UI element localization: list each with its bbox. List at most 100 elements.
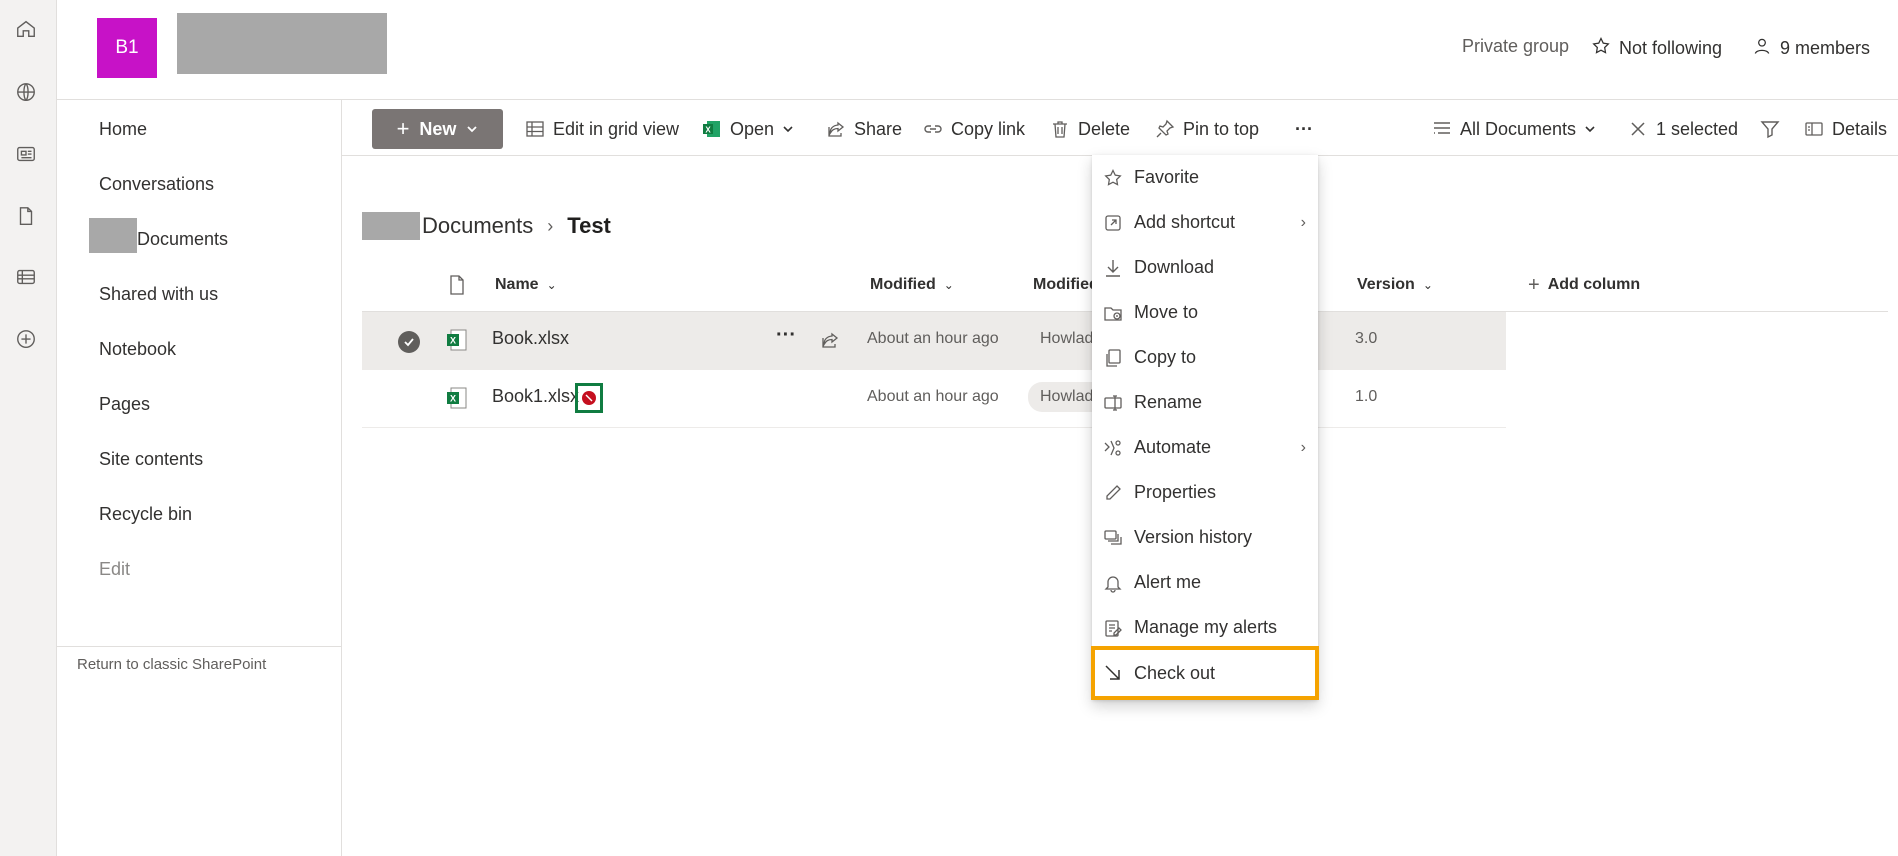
menu-item-check-out[interactable]: Check out bbox=[1091, 646, 1319, 700]
file-type-header[interactable] bbox=[448, 272, 466, 298]
move-folder-icon bbox=[1102, 302, 1124, 324]
view-selector[interactable]: All Documents bbox=[1432, 114, 1596, 144]
filter-button[interactable] bbox=[1760, 114, 1780, 144]
share-icon[interactable] bbox=[820, 330, 840, 350]
star-icon bbox=[1102, 167, 1124, 189]
chevron-down-icon bbox=[466, 119, 478, 140]
nav-conversations[interactable]: Conversations bbox=[99, 170, 214, 198]
share-icon bbox=[828, 121, 845, 137]
trash-icon bbox=[1053, 121, 1067, 138]
context-menu: Favorite Add shortcut › Download Move to… bbox=[1091, 155, 1319, 700]
delete-button[interactable]: Delete bbox=[1050, 114, 1130, 144]
menu-item-manage-alerts[interactable]: Manage my alerts bbox=[1092, 605, 1318, 650]
privacy-label: Private group bbox=[1462, 36, 1570, 56]
star-icon bbox=[1591, 36, 1611, 61]
chevron-down-icon bbox=[1585, 126, 1595, 133]
add-column-button[interactable]: + Add column bbox=[1528, 272, 1640, 298]
column-modified-by[interactable]: Modified bbox=[1033, 272, 1093, 298]
close-icon bbox=[1631, 122, 1645, 136]
details-button[interactable]: Details bbox=[1804, 114, 1887, 144]
nav-notebook[interactable]: Notebook bbox=[99, 335, 176, 363]
chevron-down-icon: ⌄ bbox=[546, 278, 557, 292]
breadcrumb-separator: › bbox=[547, 215, 554, 236]
site-logo[interactable]: B1 bbox=[97, 18, 157, 78]
version: 3.0 bbox=[1355, 330, 1378, 347]
menu-item-download[interactable]: Download bbox=[1092, 245, 1318, 290]
new-button[interactable]: + New bbox=[372, 109, 503, 149]
clear-selection-button[interactable]: 1 selected bbox=[1628, 114, 1738, 144]
menu-item-automate[interactable]: Automate › bbox=[1092, 425, 1318, 470]
nav-shared-with-us[interactable]: Shared with us bbox=[99, 280, 218, 308]
chevron-down-icon: ⌄ bbox=[1422, 278, 1433, 292]
nav-pages[interactable]: Pages bbox=[99, 390, 150, 418]
menu-item-favorite[interactable]: Favorite bbox=[1092, 155, 1318, 200]
table-row[interactable]: X Book.xlsx ··· About an hour ago Howlad… bbox=[362, 312, 1506, 370]
pencil-icon bbox=[1102, 482, 1124, 504]
menu-item-rename[interactable]: Rename bbox=[1092, 380, 1318, 425]
file-name[interactable]: Book1.xlsx bbox=[492, 386, 579, 407]
chevron-down-icon bbox=[783, 126, 793, 133]
column-modified[interactable]: Modified ⌄ bbox=[870, 272, 954, 298]
svg-text:X: X bbox=[450, 336, 456, 346]
link-icon bbox=[924, 125, 942, 133]
excel-file-icon: X bbox=[447, 329, 467, 351]
grid-icon bbox=[526, 121, 544, 137]
add-circle-icon[interactable] bbox=[14, 327, 38, 351]
nav-redacted-block bbox=[89, 218, 137, 253]
menu-item-copy-to[interactable]: Copy to bbox=[1092, 335, 1318, 380]
left-navigation: Home Conversations Documents Shared with… bbox=[57, 100, 342, 856]
modified-date: About an hour ago bbox=[867, 330, 999, 347]
copy-link-button[interactable]: Copy link bbox=[923, 114, 1025, 144]
rename-icon bbox=[1102, 392, 1124, 414]
share-button[interactable]: Share bbox=[826, 114, 902, 144]
checkout-status-highlight bbox=[575, 383, 603, 413]
breadcrumb-current: Test bbox=[567, 213, 611, 238]
menu-item-version-history[interactable]: Version history bbox=[1092, 515, 1318, 560]
members-button[interactable]: 9 members bbox=[1752, 36, 1870, 61]
person-icon bbox=[1752, 36, 1772, 61]
command-bar: + New Edit in grid view X Open Share Cop… bbox=[342, 100, 1898, 156]
file-name[interactable]: Book.xlsx bbox=[492, 328, 569, 349]
open-button[interactable]: X Open bbox=[702, 114, 794, 144]
nav-divider bbox=[57, 646, 342, 647]
automate-icon bbox=[1102, 437, 1124, 459]
table-row[interactable]: X Book1.xlsx About an hour ago Howlade 1… bbox=[362, 370, 1506, 428]
more-options-button[interactable]: ··· bbox=[1295, 114, 1313, 144]
breadcrumb-documents[interactable]: Documents bbox=[422, 213, 533, 239]
check-out-icon bbox=[1102, 662, 1124, 684]
nav-edit[interactable]: Edit bbox=[99, 555, 130, 583]
plus-icon: + bbox=[1528, 273, 1540, 296]
home-icon[interactable] bbox=[14, 17, 38, 41]
menu-item-add-shortcut[interactable]: Add shortcut › bbox=[1092, 200, 1318, 245]
excel-icon: X bbox=[703, 121, 720, 137]
more-icon[interactable]: ··· bbox=[776, 324, 796, 347]
site-title-redacted bbox=[177, 13, 387, 74]
checkmark-icon[interactable] bbox=[398, 331, 420, 353]
breadcrumb-redacted bbox=[362, 212, 420, 240]
list-icon[interactable] bbox=[14, 265, 38, 289]
nav-documents[interactable]: Documents bbox=[137, 225, 228, 253]
menu-item-move-to[interactable]: Move to bbox=[1092, 290, 1318, 335]
shortcut-icon bbox=[1102, 212, 1124, 234]
follow-button[interactable]: Not following bbox=[1591, 36, 1722, 61]
return-classic-link[interactable]: Return to classic SharePoint bbox=[77, 656, 266, 673]
menu-item-alert-me[interactable]: Alert me bbox=[1092, 560, 1318, 605]
nav-recycle-bin[interactable]: Recycle bin bbox=[99, 500, 192, 528]
version: 1.0 bbox=[1355, 388, 1378, 405]
column-name[interactable]: Name ⌄ bbox=[495, 272, 557, 298]
nav-site-contents[interactable]: Site contents bbox=[99, 445, 203, 473]
plus-icon: + bbox=[396, 116, 410, 141]
column-version[interactable]: Version ⌄ bbox=[1357, 272, 1433, 298]
download-icon bbox=[1102, 257, 1124, 279]
more-icon: ··· bbox=[1295, 118, 1313, 139]
news-icon[interactable] bbox=[14, 142, 38, 166]
globe-icon[interactable] bbox=[14, 80, 38, 104]
edit-grid-button[interactable]: Edit in grid view bbox=[525, 114, 679, 144]
copy-icon bbox=[1102, 347, 1124, 369]
menu-item-properties[interactable]: Properties bbox=[1092, 470, 1318, 515]
view-list-icon bbox=[1434, 122, 1450, 134]
file-icon[interactable] bbox=[14, 204, 38, 228]
pin-to-top-button[interactable]: Pin to top bbox=[1155, 114, 1259, 144]
svg-text:X: X bbox=[705, 126, 711, 135]
nav-home[interactable]: Home bbox=[99, 115, 147, 143]
